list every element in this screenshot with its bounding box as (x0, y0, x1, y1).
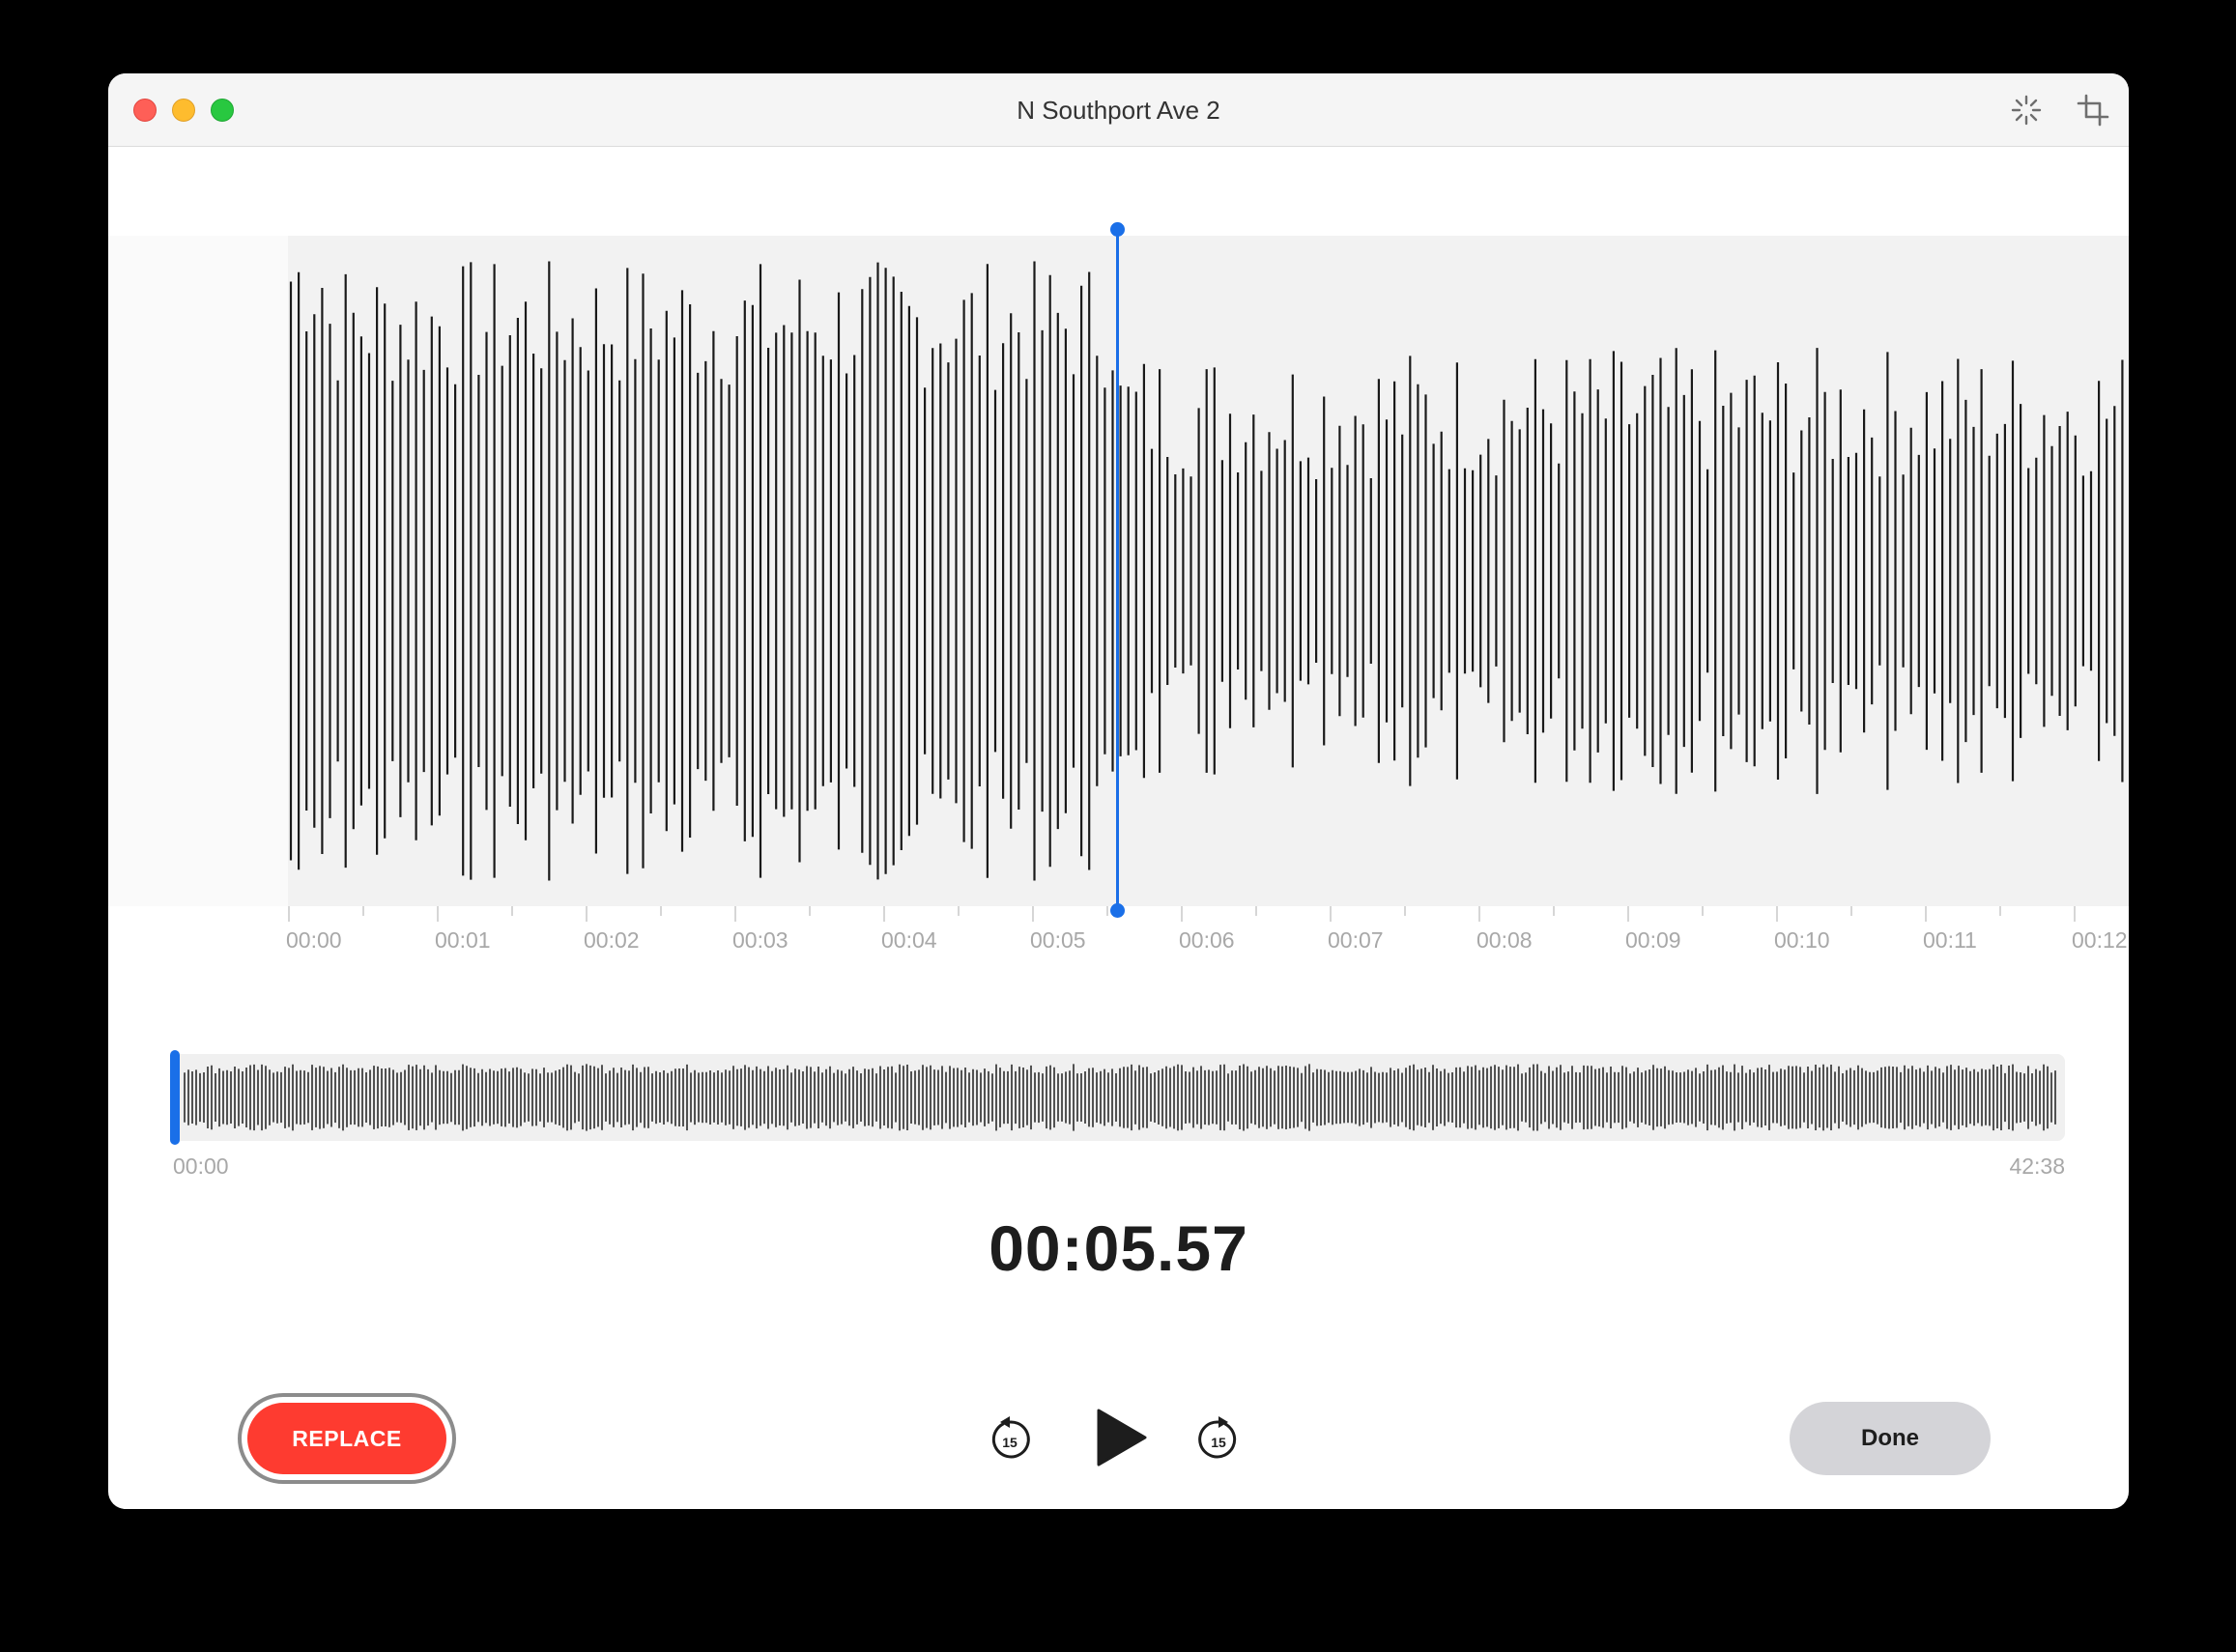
skip-forward-label: 15 (1211, 1435, 1226, 1450)
ruler-label: 00:04 (881, 927, 937, 953)
title-bar: N Southport Ave 2 (108, 73, 2129, 147)
window-title: N Southport Ave 2 (1017, 96, 1220, 125)
waveform-bars (289, 261, 2124, 881)
enhance-recording-icon[interactable] (2007, 91, 2046, 129)
ruler-label: 00:12 (2072, 927, 2128, 953)
play-icon (1097, 1409, 1147, 1467)
overview-position-handle[interactable] (170, 1050, 180, 1145)
ruler-label: 00:11 (1923, 927, 1977, 953)
playhead[interactable] (1116, 228, 1119, 910)
skip-back-label: 15 (1002, 1435, 1018, 1450)
ruler-label: 00:05 (1030, 927, 1086, 953)
ruler-label: 00:02 (584, 927, 640, 953)
skip-forward-icon: 15 (1198, 1416, 1237, 1459)
overview-scrubber[interactable] (173, 1054, 2065, 1141)
ruler-label: 00:00 (286, 927, 342, 953)
trim-icon[interactable] (2074, 91, 2112, 129)
voice-memos-edit-window: N Southport Ave 2 00:00 00:01 00:02 00:0… (108, 73, 2129, 1509)
waveform-leading-area (108, 236, 288, 906)
ruler-label: 00:10 (1774, 927, 1830, 953)
ruler-label: 00:09 (1625, 927, 1681, 953)
ruler-label: 00:06 (1179, 927, 1235, 953)
replace-button-label: REPLACE (247, 1403, 446, 1474)
play-button[interactable] (1092, 1407, 1150, 1468)
skip-back-15-button[interactable]: 15 (988, 1415, 1032, 1464)
current-time-display: 00:05.57 (989, 1212, 1248, 1284)
replace-button[interactable]: REPLACE (238, 1393, 456, 1484)
time-ruler (288, 906, 2076, 922)
skip-forward-15-button[interactable]: 15 (1196, 1415, 1241, 1464)
playhead-bottom-handle[interactable] (1110, 903, 1125, 918)
ruler-label: 00:01 (435, 927, 491, 953)
ruler-label: 00:03 (732, 927, 788, 953)
overview-end-time: 42:38 (2009, 1154, 2065, 1179)
skip-back-icon: 15 (991, 1416, 1030, 1459)
overview-start-time: 00:00 (173, 1154, 229, 1179)
playhead-top-handle[interactable] (1110, 222, 1125, 237)
ruler-label: 00:07 (1328, 927, 1384, 953)
done-button[interactable]: Done (1790, 1402, 1991, 1475)
overview-waveform (184, 1064, 2056, 1131)
ruler-label: 00:08 (1476, 927, 1533, 953)
